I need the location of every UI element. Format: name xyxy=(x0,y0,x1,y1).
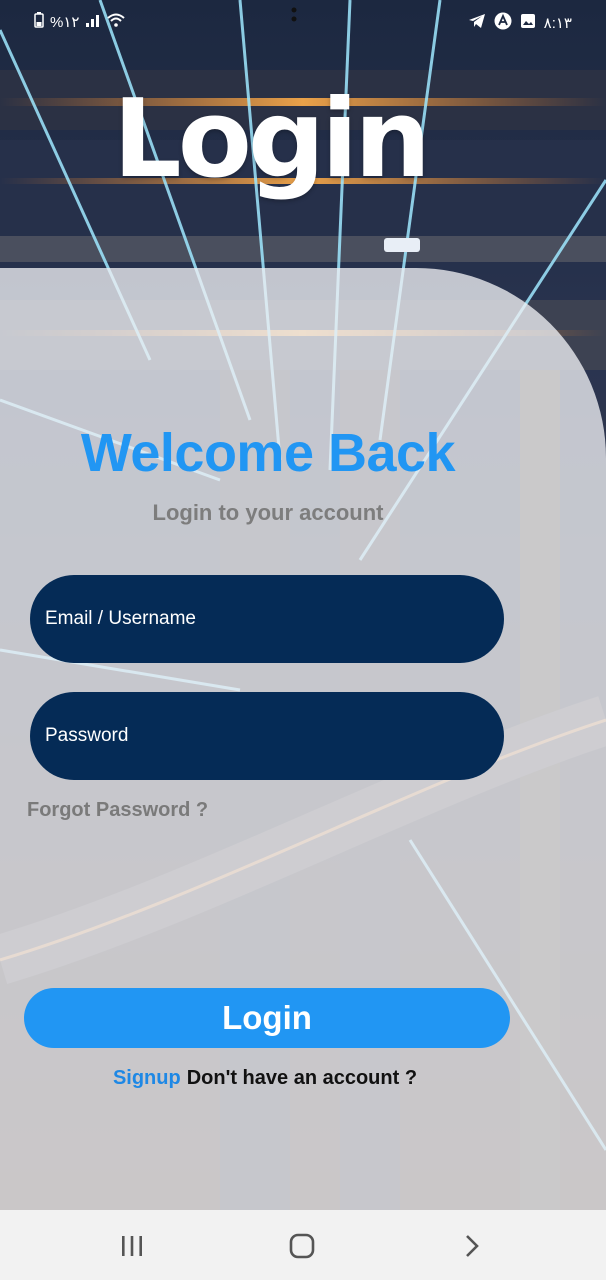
email-input[interactable] xyxy=(30,575,504,663)
status-left: %۱۲ xyxy=(34,12,126,32)
signup-question: Don't have an account ? xyxy=(186,1067,418,1089)
home-button[interactable] xyxy=(280,1224,324,1268)
page-title: Login xyxy=(112,77,431,202)
login-button[interactable]: Login xyxy=(24,988,510,1048)
home-icon xyxy=(289,1233,315,1259)
back-button[interactable] xyxy=(450,1224,494,1268)
email-field[interactable] xyxy=(30,575,504,663)
signal-icon xyxy=(85,13,101,31)
password-input[interactable] xyxy=(30,692,504,780)
recent-apps-button[interactable] xyxy=(110,1224,154,1268)
login-screen: %۱۲ ۸:۱۳ Login Welcome Back Login to you… xyxy=(0,0,606,1280)
status-bar: %۱۲ ۸:۱۳ xyxy=(0,0,606,44)
forgot-password-link[interactable]: Forgot Password ? xyxy=(27,799,208,822)
status-right: ۸:۱۳ xyxy=(468,12,572,34)
back-icon xyxy=(466,1235,479,1257)
gallery-icon xyxy=(520,13,536,33)
battery-percent: %۱۲ xyxy=(50,14,80,31)
password-field[interactable] xyxy=(30,692,504,780)
clock: ۸:۱۳ xyxy=(543,15,572,32)
app-notification-icon xyxy=(494,12,512,34)
navigation-bar xyxy=(0,1210,606,1280)
welcome-title: Welcome Back xyxy=(80,423,456,483)
signup-link[interactable]: Signup xyxy=(113,1067,181,1089)
wifi-icon xyxy=(107,13,126,31)
camera-icon xyxy=(291,7,297,22)
telegram-icon xyxy=(468,13,486,33)
battery-icon xyxy=(34,12,44,32)
recent-apps-icon xyxy=(122,1236,142,1256)
welcome-subtitle: Login to your account xyxy=(152,500,384,525)
signup-row: Signup Don't have an account ? xyxy=(0,1067,530,1090)
